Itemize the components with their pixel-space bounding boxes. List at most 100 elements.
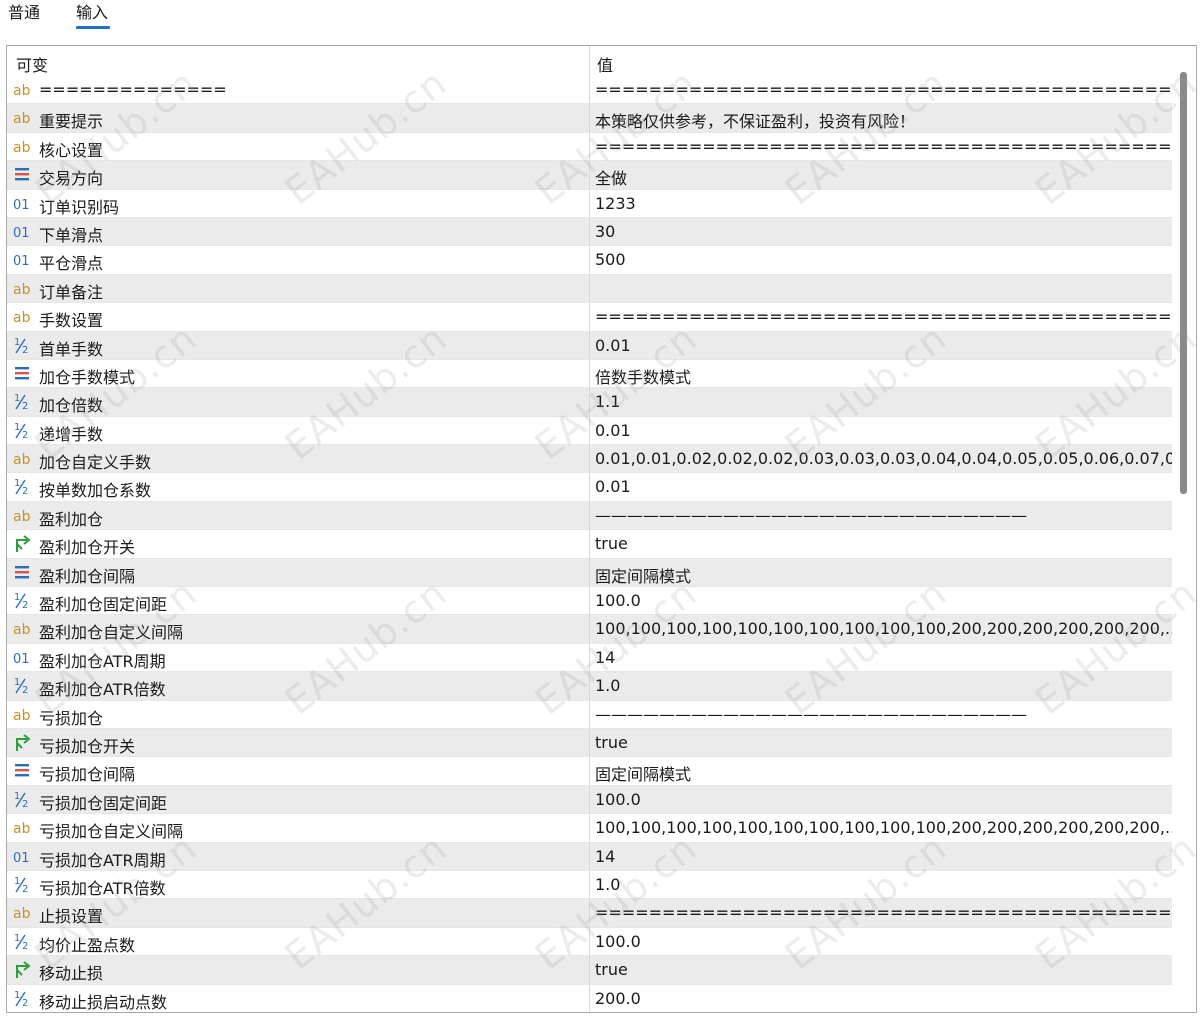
value-cell[interactable]: 100.0 bbox=[590, 928, 1173, 955]
scrollbar-thumb[interactable] bbox=[1180, 72, 1187, 494]
value-cell[interactable]: 0.01 bbox=[590, 473, 1173, 500]
value-cell[interactable]: 1.0 bbox=[590, 871, 1173, 898]
value-cell[interactable]: 倍数手数模式 bbox=[590, 360, 1173, 387]
value-cell[interactable]: 固定间隔模式 bbox=[590, 559, 1173, 586]
variable-name: 盈利加仓开关 bbox=[39, 538, 136, 558]
variable-cell: 亏损加仓间隔 bbox=[7, 757, 589, 784]
value-cell[interactable]: 100,100,100,100,100,100,100,100,100,100,… bbox=[590, 814, 1180, 841]
value-cell[interactable]: 本策略仅供参考，不保证盈利，投资有风险！ bbox=[590, 104, 1173, 131]
table-row[interactable]: 01 下单滑点 30 bbox=[7, 217, 1173, 247]
table-row[interactable]: 加仓手数模式 倍数手数模式 bbox=[7, 359, 1173, 389]
value-cell[interactable]: 200.0 bbox=[590, 985, 1173, 1012]
value-cell[interactable]: ——————————————————————————— bbox=[590, 502, 1173, 529]
variable-cell: ab 亏损加仓 bbox=[7, 701, 589, 728]
svg-text:1: 1 bbox=[14, 876, 20, 887]
value-cell[interactable] bbox=[590, 275, 1173, 302]
table-row[interactable]: 1 2 按单数加仓系数 0.01 bbox=[7, 473, 1173, 502]
table-row[interactable]: 亏损加仓间隔 固定间隔模式 bbox=[7, 757, 1173, 786]
value-cell[interactable]: 500 bbox=[590, 246, 1173, 273]
table-row[interactable]: 盈利加仓间隔 固定间隔模式 bbox=[7, 558, 1173, 588]
variable-name: 亏损加仓自定义间隔 bbox=[39, 822, 184, 842]
table-row[interactable]: ab 订单备注 bbox=[7, 274, 1173, 304]
variable-name: 核心设置 bbox=[39, 140, 104, 160]
variable-value: 100,100,100,100,100,100,100,100,100,100,… bbox=[595, 619, 1181, 639]
table-row[interactable]: 1 2 亏损加仓固定间距 100.0 bbox=[7, 785, 1173, 815]
value-cell[interactable]: 30 bbox=[590, 218, 1173, 245]
integer-01-icon: 01 bbox=[13, 250, 35, 270]
value-cell[interactable]: 0.01 bbox=[590, 417, 1173, 444]
table-row[interactable]: 01 订单识别码 1233 bbox=[7, 189, 1173, 218]
value-cell[interactable]: 100.0 bbox=[590, 587, 1173, 614]
value-cell[interactable]: true bbox=[590, 729, 1173, 756]
svg-text:ab: ab bbox=[13, 622, 31, 638]
table-row[interactable]: 1 2 均价止盈点数 100.0 bbox=[7, 927, 1173, 957]
value-cell[interactable]: 固定间隔模式 bbox=[590, 757, 1173, 784]
value-cell[interactable]: true bbox=[590, 530, 1173, 557]
table-row[interactable]: ab ============== ========================… bbox=[7, 76, 1196, 105]
table-row[interactable]: 交易方向 全做 bbox=[7, 161, 1173, 190]
value-cell[interactable]: 100.0 bbox=[590, 786, 1173, 813]
table-row[interactable]: ab 手数设置 ==================================… bbox=[7, 303, 1196, 332]
variable-cell: 移动止损 bbox=[7, 956, 589, 983]
value-cell[interactable]: 全做 bbox=[590, 161, 1173, 188]
value-cell[interactable]: ——————————————————————————— bbox=[590, 701, 1173, 728]
value-cell[interactable]: 100,100,100,100,100,100,100,100,100,100,… bbox=[590, 615, 1180, 642]
table-row[interactable]: ab 止损设置 ==================================… bbox=[7, 899, 1196, 928]
table-row[interactable]: 1 2 加仓倍数 1.1 bbox=[7, 388, 1173, 417]
variable-cell: 1 2 按单数加仓系数 bbox=[7, 473, 589, 500]
table-row[interactable]: 亏损加仓开关 true bbox=[7, 728, 1173, 758]
column-divider[interactable] bbox=[589, 46, 590, 76]
variable-value: 固定间隔模式 bbox=[595, 566, 692, 586]
tab-inputs[interactable]: 输入 bbox=[76, 2, 108, 28]
table-row[interactable]: ab 亏损加仓 ——————————————————————————— bbox=[7, 700, 1173, 729]
variable-name: 平仓滑点 bbox=[39, 254, 104, 274]
svg-text:ab: ab bbox=[13, 310, 31, 326]
svg-text:1: 1 bbox=[14, 791, 20, 802]
table-row[interactable]: ab 盈利加仓 ——————————————————————————— bbox=[7, 501, 1173, 531]
table-row[interactable]: ab 加仓自定义手数 0.01,0.01,0.02,0.02,0.02,0.03,0… bbox=[7, 445, 1195, 474]
table-row[interactable]: 1 2 盈利加仓固定间距 100.0 bbox=[7, 587, 1173, 616]
value-cell[interactable]: 1.1 bbox=[590, 388, 1173, 415]
value-cell[interactable]: true bbox=[590, 956, 1173, 983]
table-row[interactable]: 1 2 亏损加仓ATR倍数 1.0 bbox=[7, 870, 1173, 900]
double-half-icon: 12 bbox=[13, 790, 35, 810]
column-header-variable[interactable]: 可变 bbox=[16, 52, 48, 76]
vertical-scrollbar[interactable] bbox=[1172, 46, 1196, 1012]
variable-value: ========================================… bbox=[595, 136, 1196, 156]
variable-cell: ab 手数设置 bbox=[7, 303, 589, 330]
table-row[interactable]: ab 重要提示 本策略仅供参考，不保证盈利，投资有风险！ bbox=[7, 104, 1173, 133]
value-cell[interactable]: 0.01,0.01,0.02,0.02,0.02,0.03,0.03,0.03,… bbox=[590, 445, 1195, 472]
table-row[interactable]: ab 盈利加仓自定义间隔 100,100,100,100,100,100,100,1… bbox=[7, 615, 1180, 644]
table-row[interactable]: ab 核心设置 ==================================… bbox=[7, 132, 1196, 162]
value-cell[interactable]: 1.0 bbox=[590, 672, 1173, 699]
double-half-icon: 12 bbox=[13, 477, 35, 497]
value-cell[interactable]: 14 bbox=[590, 644, 1173, 671]
table-row[interactable]: 移动止损 true bbox=[7, 956, 1173, 985]
variable-value: 500 bbox=[595, 250, 626, 270]
value-cell[interactable]: 0.01 bbox=[590, 332, 1173, 359]
column-header-value[interactable]: 值 bbox=[597, 52, 613, 76]
table-row[interactable]: 01 平仓滑点 500 bbox=[7, 246, 1173, 275]
variable-name: 亏损加仓ATR倍数 bbox=[39, 878, 166, 898]
table-row[interactable]: 1 2 移动止损启动点数 200.0 bbox=[7, 984, 1173, 1012]
svg-text:1: 1 bbox=[14, 337, 20, 348]
value-cell[interactable]: ========================================… bbox=[590, 303, 1196, 330]
table-row[interactable]: 1 2 递增手数 0.01 bbox=[7, 416, 1173, 446]
value-cell[interactable]: ========================================… bbox=[590, 133, 1196, 160]
table-row[interactable]: ab 亏损加仓自定义间隔 100,100,100,100,100,100,100,1… bbox=[7, 814, 1180, 843]
table-row[interactable]: 01 亏损加仓ATR周期 14 bbox=[7, 842, 1173, 871]
table-row[interactable]: 1 2 盈利加仓ATR倍数 1.0 bbox=[7, 672, 1173, 701]
variable-value: 100.0 bbox=[595, 789, 641, 809]
value-cell[interactable]: 14 bbox=[590, 843, 1173, 870]
variable-value: true bbox=[595, 732, 628, 752]
value-cell[interactable]: ========================================… bbox=[590, 76, 1196, 103]
value-cell[interactable]: ========================================… bbox=[590, 899, 1196, 926]
table-row[interactable]: 01 盈利加仓ATR周期 14 bbox=[7, 643, 1173, 673]
table-row[interactable]: 1 2 首单手数 0.01 bbox=[7, 331, 1173, 360]
tab-general[interactable]: 普通 bbox=[8, 2, 40, 28]
value-cell[interactable]: 1233 bbox=[590, 190, 1173, 217]
variable-name: 加仓自定义手数 bbox=[39, 453, 152, 473]
table-row[interactable]: 盈利加仓开关 true bbox=[7, 530, 1173, 559]
variable-name: 按单数加仓系数 bbox=[39, 481, 152, 501]
ab-string-icon: ab bbox=[13, 903, 35, 923]
